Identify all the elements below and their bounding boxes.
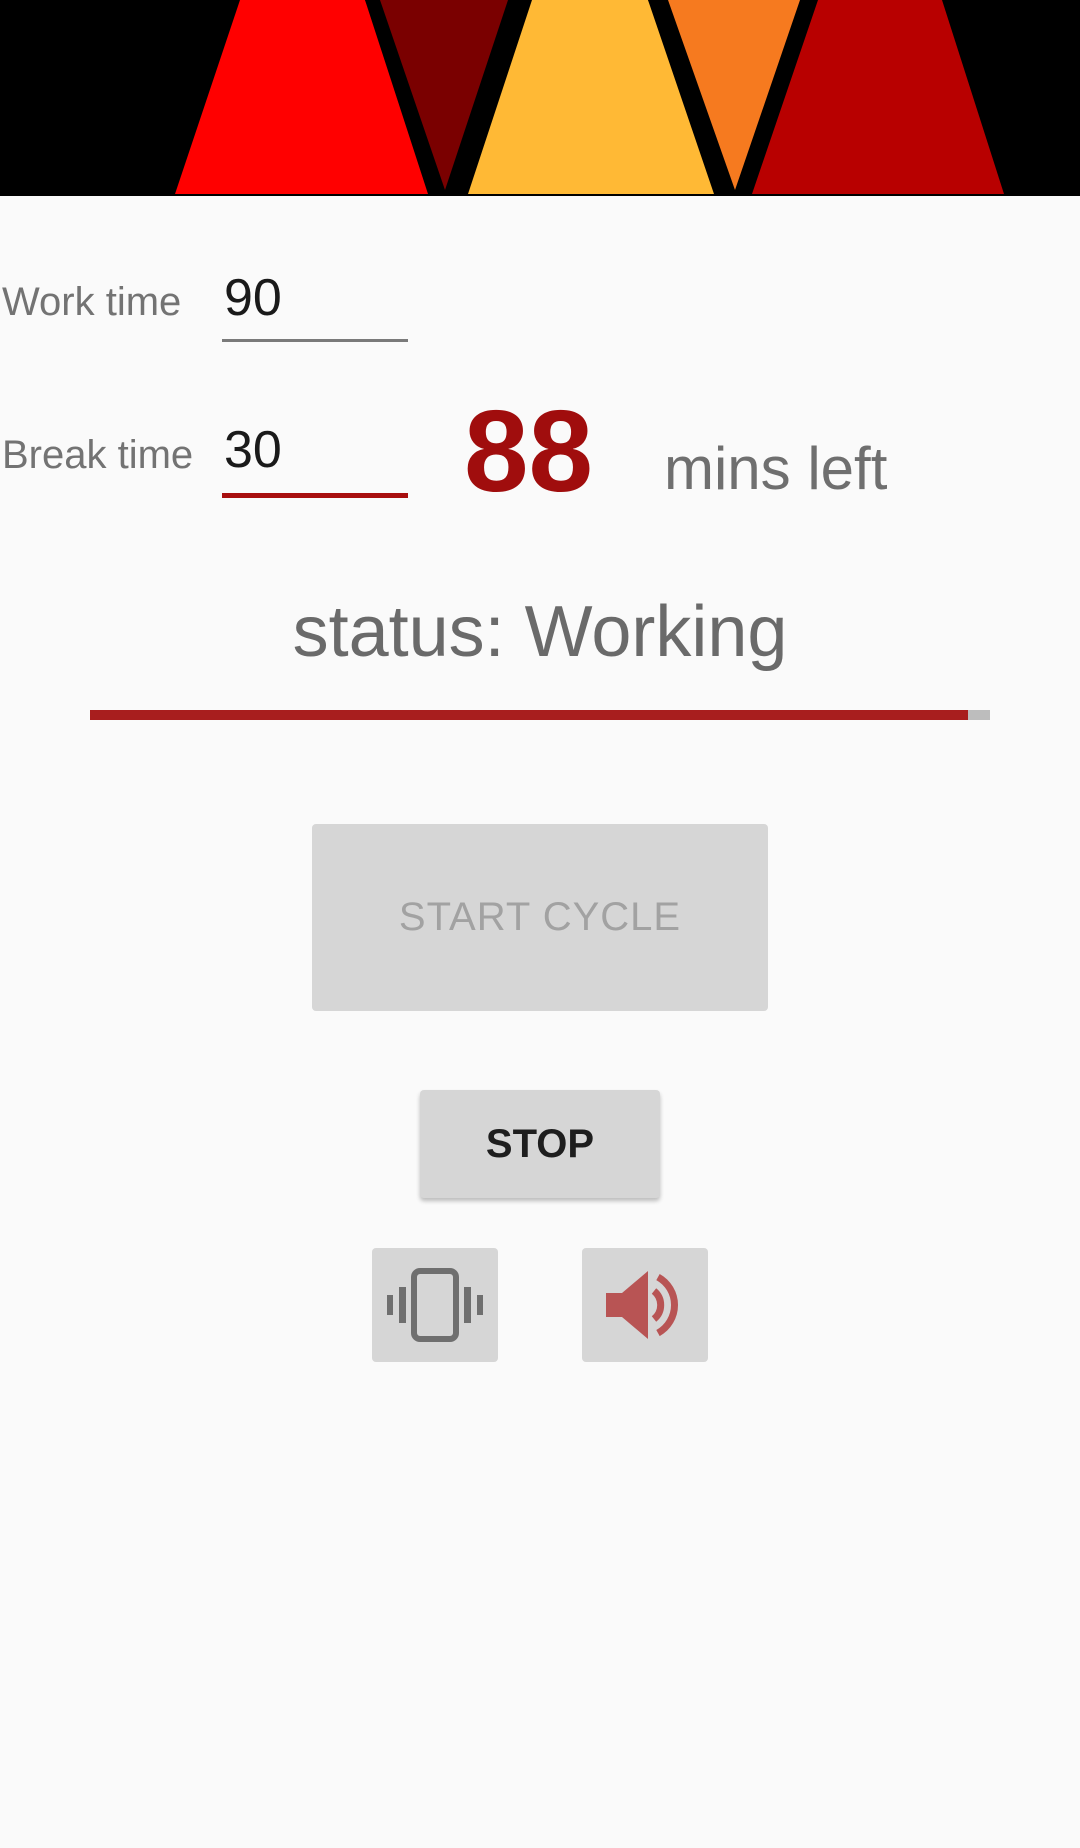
vibrate-toggle-button[interactable] — [372, 1248, 498, 1362]
work-time-field[interactable] — [222, 268, 410, 342]
break-time-field[interactable] — [222, 420, 410, 498]
start-cycle-button[interactable]: START CYCLE — [312, 824, 768, 1011]
break-time-label: Break time — [2, 433, 194, 477]
sound-toggle-button[interactable] — [582, 1248, 708, 1362]
header-banner — [0, 0, 1080, 196]
cycle-progress-fill — [90, 710, 968, 720]
break-time-input[interactable] — [222, 420, 410, 480]
vibrate-icon — [387, 1268, 483, 1342]
minutes-left-label: mins left — [664, 435, 888, 502]
break-time-underline — [222, 493, 408, 498]
minutes-remaining: 88 — [464, 386, 594, 516]
status-text: status: Working — [292, 592, 788, 672]
work-time-input[interactable] — [222, 268, 410, 328]
cycle-progress-bar — [90, 710, 990, 720]
volume-icon — [606, 1271, 678, 1339]
work-time-underline — [222, 339, 408, 342]
work-time-label: Work time — [2, 280, 182, 324]
stop-button[interactable]: STOP — [420, 1090, 660, 1198]
